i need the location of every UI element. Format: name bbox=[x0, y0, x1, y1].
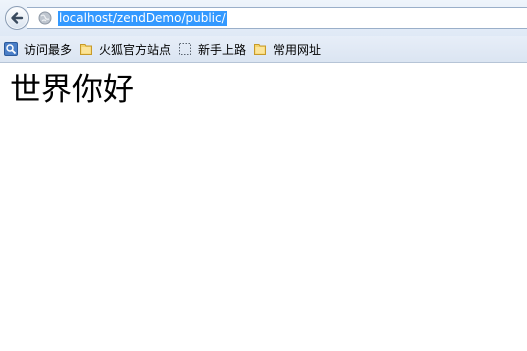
back-button[interactable] bbox=[5, 6, 29, 30]
navigation-toolbar: localhost/zendDemo/public/ bbox=[0, 0, 527, 36]
url-text[interactable]: localhost/zendDemo/public/ bbox=[58, 11, 227, 26]
bookmark-common-sites[interactable]: 常用网址 bbox=[253, 36, 321, 62]
bookmarks-toolbar: 访问最多 火狐官方站点 新手上路 常用网址 bbox=[0, 36, 527, 63]
folder-icon bbox=[254, 44, 266, 55]
bookmark-label: 火狐官方站点 bbox=[99, 42, 172, 57]
globe-icon bbox=[38, 11, 52, 25]
most-visited-icon bbox=[4, 42, 18, 56]
bookmark-getting-started[interactable]: 新手上路 bbox=[178, 36, 246, 62]
bookmark-label: 新手上路 bbox=[198, 42, 247, 57]
page-content: 世界你好 bbox=[0, 63, 527, 351]
bookmark-most-visited[interactable]: 访问最多 bbox=[4, 36, 72, 62]
folder-icon bbox=[80, 44, 92, 55]
bookmark-label: 常用网址 bbox=[273, 42, 322, 57]
bookmark-firefox-official-site[interactable]: 火狐官方站点 bbox=[79, 36, 171, 62]
back-arrow-icon bbox=[11, 12, 24, 24]
page-heading: 世界你好 bbox=[10, 72, 134, 108]
address-bar[interactable]: localhost/zendDemo/public/ bbox=[27, 7, 527, 29]
bookmark-label: 访问最多 bbox=[24, 42, 73, 57]
dotted-page-icon bbox=[179, 43, 191, 55]
